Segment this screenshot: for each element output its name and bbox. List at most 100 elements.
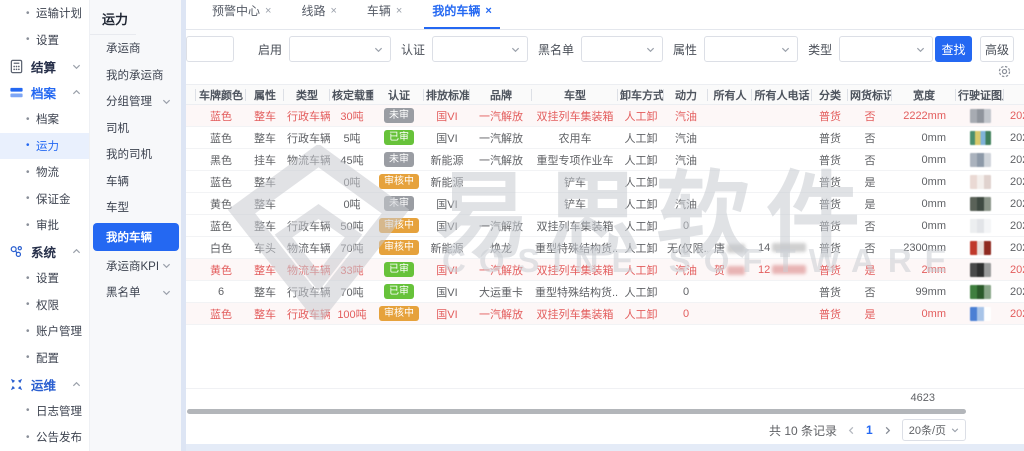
submenu-item-2[interactable]: 分组管理 <box>90 88 181 115</box>
cell-category: 普货 <box>812 149 848 171</box>
license-image-thumbnail[interactable] <box>970 219 991 233</box>
cell-brand <box>470 171 532 193</box>
column-header-4[interactable]: 认证 <box>374 85 424 105</box>
license-image-thumbnail[interactable] <box>970 109 991 123</box>
table-row[interactable]: 蓝色整车行政车辆30吨未审国VI一汽解放双挂列车集装箱人工卸汽油普货否2222m… <box>186 105 1024 127</box>
submenu-item-0[interactable]: 承运商 <box>90 35 181 62</box>
column-header-0[interactable]: 车牌颜色 <box>196 85 246 105</box>
license-image-thumbnail[interactable] <box>970 241 991 255</box>
column-header-2[interactable]: 类型 <box>284 85 330 105</box>
table-row[interactable]: 黄色整车物流车辆33吨已审国VI一汽解放双挂列车集装箱人工卸汽油贺12普货是2m… <box>186 259 1024 281</box>
tab-0[interactable]: 预警中心× <box>204 2 279 29</box>
column-header-5[interactable]: 排放标准 <box>424 85 470 105</box>
submenu-item-3[interactable]: 司机 <box>90 115 181 142</box>
submenu-item-5[interactable]: 车辆 <box>90 168 181 195</box>
column-header-6[interactable]: 品牌 <box>470 85 532 105</box>
submenu-item-1[interactable]: 我的承运商 <box>90 62 181 89</box>
column-header-11[interactable]: 所有人电话 <box>752 85 812 105</box>
tab-1[interactable]: 线路× <box>293 2 344 29</box>
column-header-1[interactable]: 属性 <box>246 85 284 105</box>
filter-select-3[interactable] <box>704 36 798 62</box>
filter-select-0[interactable] <box>289 36 391 62</box>
summary-row: 4623 <box>186 388 1024 408</box>
cell-emission: 国VI <box>424 215 470 237</box>
column-header-10[interactable]: 所有人 <box>708 85 752 105</box>
cell-emission: 国VI <box>424 259 470 281</box>
advanced-button[interactable]: 高级 <box>980 36 1014 62</box>
sidebar-section-2[interactable]: 结算 <box>0 53 89 80</box>
next-page-button[interactable] <box>883 426 892 435</box>
column-header-14[interactable]: 宽度 <box>892 85 956 105</box>
column-header-7[interactable]: 车型 <box>532 85 618 105</box>
table-row[interactable]: 黑色挂车物流车辆45吨未审新能源一汽解放重型专项作业车人工卸汽油普货否0mm20… <box>186 149 1024 171</box>
close-icon[interactable]: × <box>330 5 336 17</box>
column-header-15[interactable]: 行驶证图片 <box>956 85 1004 105</box>
prev-page-button[interactable] <box>847 426 856 435</box>
table-row[interactable]: 蓝色整车0吨审核中新能源铲车人工卸普货是0mm2023- <box>186 171 1024 193</box>
table-row[interactable]: 6整车行政车辆70吨已审国VI大运重卡重型特殊结构货...人工卸0普货否99mm… <box>186 281 1024 303</box>
license-image-thumbnail[interactable] <box>970 131 991 145</box>
sidebar-item-10[interactable]: •设置 <box>0 265 89 292</box>
filter-select-2[interactable] <box>581 36 663 62</box>
table-row[interactable]: 黄色整车0吨未审国VI铲车人工卸汽油普货是0mm2023- <box>186 193 1024 215</box>
license-image-thumbnail[interactable] <box>970 175 991 189</box>
license-image-thumbnail[interactable] <box>970 307 991 321</box>
sidebar-item-5[interactable]: •运力 <box>0 133 89 160</box>
keyword-input[interactable] <box>186 36 234 62</box>
submenu-item-6[interactable]: 车型 <box>90 194 181 221</box>
page-number[interactable]: 1 <box>866 423 873 437</box>
sidebar-item-11[interactable]: •权限 <box>0 292 89 319</box>
sidebar-item-label: 设置 <box>36 32 59 48</box>
column-header-9[interactable]: 动力 <box>664 85 708 105</box>
column-header-8[interactable]: 卸车方式 <box>618 85 664 105</box>
filter-label-2: 黑名单 <box>538 41 574 58</box>
submenu-item-8[interactable]: 承运商KPI <box>90 253 181 280</box>
filter-select-4[interactable] <box>839 36 933 62</box>
table-row[interactable]: 蓝色整车行政车辆100吨审核中国VI一汽解放双挂列车集装箱人工卸0普货是0mm2… <box>186 303 1024 325</box>
gear-icon[interactable] <box>997 64 1012 84</box>
horizontal-scrollbar-thumb[interactable] <box>187 409 966 414</box>
sidebar-section-14[interactable]: 运维 <box>0 371 89 398</box>
bullet-icon: • <box>26 432 36 443</box>
license-image-thumbnail[interactable] <box>970 197 991 211</box>
search-button[interactable]: 查找 <box>935 36 972 62</box>
license-image-thumbnail[interactable] <box>970 285 991 299</box>
close-icon[interactable]: × <box>485 5 491 17</box>
page-size-select[interactable]: 20条/页 <box>902 419 966 441</box>
sidebar-item-16[interactable]: •公告发布 <box>0 424 89 451</box>
table-row[interactable]: 白色车头物流车辆70吨审核中新能源焕龙重型特殊结构货...人工卸无(仅限...唐… <box>186 237 1024 259</box>
cell-category: 普货 <box>812 171 848 193</box>
cell-phone <box>752 215 812 237</box>
sidebar-item-1[interactable]: •设置 <box>0 27 89 54</box>
tab-3[interactable]: 我的车辆× <box>424 2 499 29</box>
sidebar-item-15[interactable]: •日志管理 <box>0 398 89 425</box>
submenu-item-4[interactable]: 我的司机 <box>90 141 181 168</box>
column-header-16[interactable] <box>1004 85 1024 105</box>
sidebar-item-8[interactable]: •审批 <box>0 212 89 239</box>
cell-brand: 一汽解放 <box>470 149 532 171</box>
tab-2[interactable]: 车辆× <box>359 2 410 29</box>
sidebar-item-4[interactable]: •档案 <box>0 106 89 133</box>
filter-select-1[interactable] <box>432 36 528 62</box>
submenu-item-9[interactable]: 黑名单 <box>90 279 181 306</box>
sidebar-section-9[interactable]: 系统 <box>0 239 89 266</box>
cell-emission: 新能源 <box>424 171 470 193</box>
cell-load: 45吨 <box>330 149 374 171</box>
column-header-13[interactable]: 网货标识 <box>848 85 892 105</box>
sidebar-item-7[interactable]: •保证金 <box>0 186 89 213</box>
column-header-3[interactable]: 核定载重 <box>330 85 374 105</box>
sidebar-item-13[interactable]: •配置 <box>0 345 89 372</box>
sidebar-section-3[interactable]: 档案 <box>0 80 89 107</box>
license-image-thumbnail[interactable] <box>970 263 991 277</box>
sidebar-item-6[interactable]: •物流 <box>0 159 89 186</box>
close-icon[interactable]: × <box>396 5 402 17</box>
sidebar-item-0[interactable]: •运输计划 <box>0 0 89 27</box>
close-icon[interactable]: × <box>265 5 271 17</box>
table-row[interactable]: 蓝色整车行政车辆5吨已审国VI一汽解放农用车人工卸汽油普货否0mm2023- <box>186 127 1024 149</box>
sidebar-item-12[interactable]: •账户管理 <box>0 318 89 345</box>
table-row[interactable]: 蓝色整车行政车辆50吨审核中国VI一汽解放双挂列车集装箱人工卸0普货否0mm20… <box>186 215 1024 237</box>
column-header-12[interactable]: 分类 <box>812 85 848 105</box>
license-image-thumbnail[interactable] <box>970 153 991 167</box>
submenu-item-7[interactable]: 我的车辆 <box>93 223 179 251</box>
cell-width: 0mm <box>892 215 956 237</box>
